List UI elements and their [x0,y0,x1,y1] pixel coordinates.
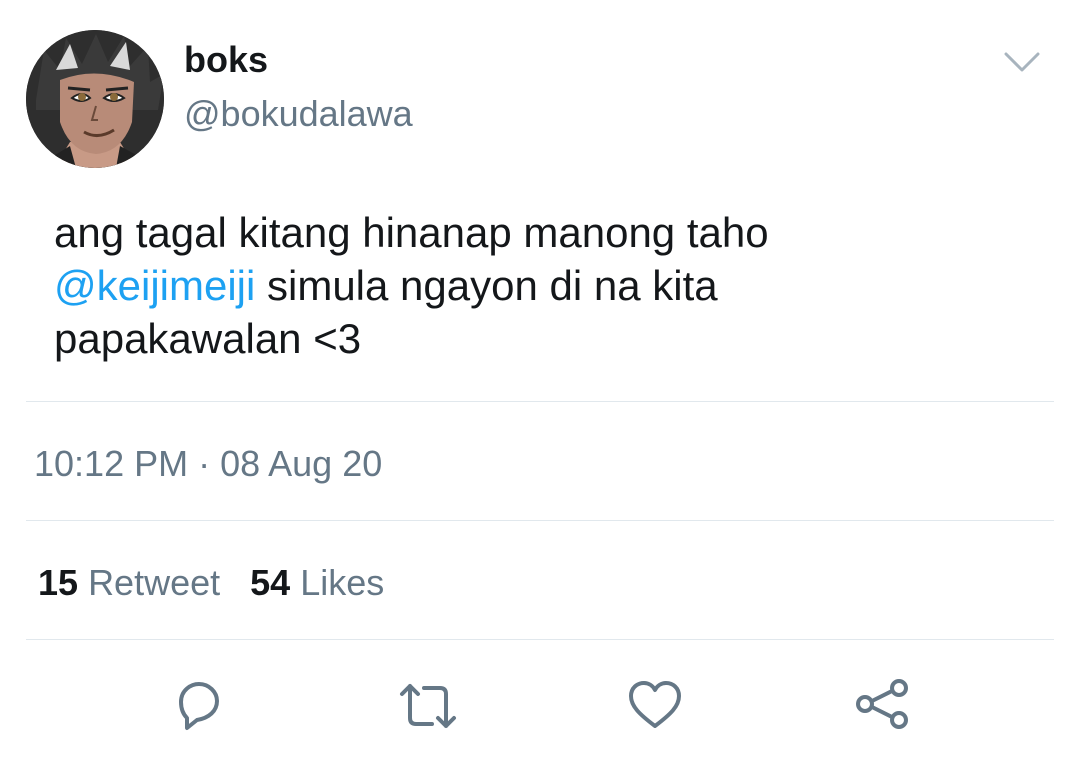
user-handle[interactable]: @bokudalawa [184,92,413,136]
tweet-timestamp: 10:12 PM · 08 Aug 20 [34,443,383,484]
display-name[interactable]: boks [184,38,413,82]
share-icon[interactable] [853,676,913,736]
reply-icon[interactable] [167,676,227,736]
retweets-stat[interactable]: 15 Retweet [38,562,220,604]
likes-stat[interactable]: 54 Likes [250,562,384,604]
tweet-header: boks @bokudalawa [26,30,1054,170]
divider [26,639,1054,640]
tweet-text-line1: ang tagal kitang hinanap manong taho [54,209,769,256]
mention-link[interactable]: @keijimeiji [54,262,255,309]
retweets-label: Retweet [88,562,221,603]
retweets-count: 15 [38,562,79,603]
tweet-text: ang tagal kitang hinanap manong taho @ke… [54,206,1034,365]
tweet-text-line2: simula ngayon di na kita [255,262,718,309]
tweet-actions [0,676,1080,736]
retweet-icon[interactable] [398,676,458,736]
tweet-text-line3: papakawalan <3 [54,315,362,362]
avatar[interactable] [26,30,164,168]
tweet-stats: 15 Retweet 54 Likes [38,562,404,604]
divider [26,520,1054,521]
heart-icon[interactable] [625,676,685,736]
likes-count: 54 [250,562,291,603]
divider [26,401,1054,402]
likes-label: Likes [300,562,385,603]
chevron-down-icon[interactable] [1002,48,1042,78]
author-names: boks @bokudalawa [184,38,413,136]
